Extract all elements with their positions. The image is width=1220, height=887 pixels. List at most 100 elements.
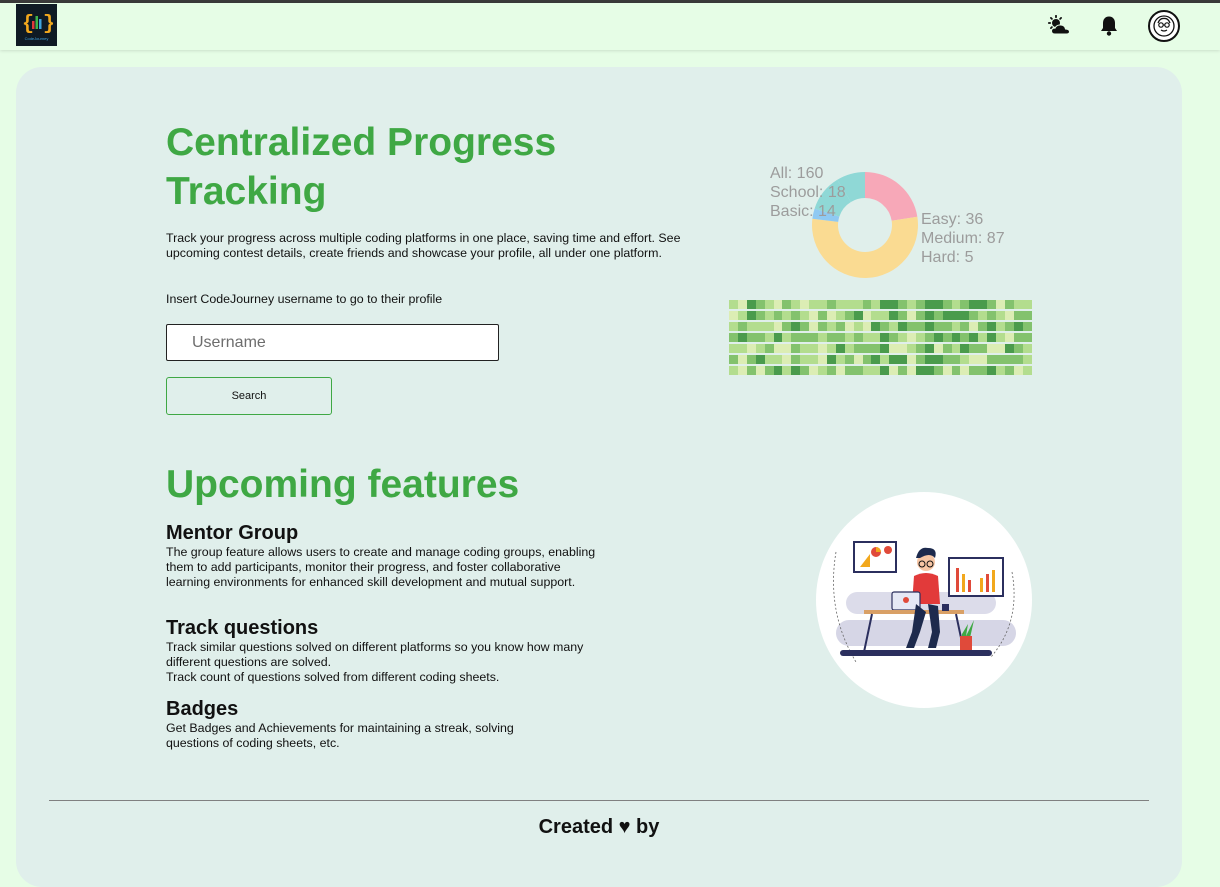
heatmap-cell — [729, 322, 738, 331]
app-logo[interactable]: { } CodeJourney — [16, 4, 57, 46]
heatmap-cell — [987, 366, 997, 375]
feature-title-badges: Badges — [166, 698, 239, 720]
heatmap-cell — [898, 322, 908, 331]
heatmap-cell — [987, 300, 997, 309]
heatmap-cell — [800, 355, 810, 364]
heatmap-cell — [818, 355, 827, 364]
heatmap-cell — [826, 355, 836, 364]
stat-all: All: 160 — [770, 165, 824, 182]
heatmap-cell — [1004, 366, 1014, 375]
heatmap-cell — [889, 366, 899, 375]
heatmap-cell — [800, 333, 810, 342]
heatmap-cell — [1013, 366, 1023, 375]
heatmap-cell — [818, 333, 827, 342]
heatmap-cell — [871, 311, 881, 320]
heatmap-cell — [889, 311, 899, 320]
heatmap-cell — [996, 300, 1005, 309]
heatmap-cell — [764, 322, 774, 331]
heatmap-cell — [915, 311, 925, 320]
heatmap-cell — [1004, 311, 1014, 320]
heatmap-cell — [853, 355, 863, 364]
heatmap-cell — [969, 333, 979, 342]
heatmap-cell — [1022, 333, 1032, 342]
heatmap-cell — [791, 322, 801, 331]
footer-credit: Created ♥ by — [538, 816, 660, 838]
insert-username-label: Insert CodeJourney username to go to the… — [166, 292, 443, 306]
heatmap-cell — [942, 355, 952, 364]
heatmap-cell — [853, 311, 863, 320]
logo-text: CodeJourney — [24, 36, 49, 41]
heatmap-cell — [933, 355, 943, 364]
heatmap-cell — [969, 344, 979, 353]
heatmap-cell — [880, 344, 890, 353]
heatmap-cell — [898, 366, 908, 375]
heatmap-cell — [996, 311, 1005, 320]
heatmap-cell — [737, 300, 747, 309]
bell-icon[interactable] — [1096, 13, 1122, 39]
heatmap-cell — [969, 322, 979, 331]
heatmap-cell — [907, 333, 916, 342]
heatmap-cell — [942, 300, 952, 309]
heatmap-cell — [987, 333, 997, 342]
heatmap-cell — [915, 333, 925, 342]
heatmap-cell — [729, 333, 738, 342]
heatmap-cell — [844, 344, 854, 353]
heatmap-cell — [933, 300, 943, 309]
developer-illustration — [816, 492, 1032, 708]
heatmap-cell — [969, 300, 979, 309]
heatmap-cell — [871, 344, 881, 353]
heatmap-cell — [809, 344, 819, 353]
heatmap-cell — [1022, 355, 1032, 364]
heatmap-cell — [764, 333, 774, 342]
heatmap-cell — [898, 311, 908, 320]
heatmap-cell — [809, 322, 819, 331]
username-input[interactable] — [166, 324, 499, 361]
heatmap-cell — [978, 355, 988, 364]
heatmap-cell — [960, 355, 970, 364]
heatmap-cell — [960, 322, 970, 331]
heatmap-cell — [826, 322, 836, 331]
heatmap-cell — [782, 300, 792, 309]
heatmap-cell — [729, 300, 738, 309]
heatmap-cell — [746, 322, 756, 331]
heatmap-cell — [898, 300, 908, 309]
heatmap-cell — [924, 322, 934, 331]
heatmap-cell — [844, 355, 854, 364]
heatmap-cell — [844, 322, 854, 331]
heatmap-cell — [862, 311, 872, 320]
heatmap-cell — [755, 300, 765, 309]
heatmap-cell — [907, 311, 916, 320]
heatmap-cell — [951, 355, 961, 364]
heatmap-cell — [782, 355, 792, 364]
heatmap-cell — [782, 322, 792, 331]
heatmap-cell — [889, 322, 899, 331]
search-button[interactable]: Search — [166, 377, 332, 415]
heatmap-cell — [791, 300, 801, 309]
heatmap-cell — [791, 311, 801, 320]
heatmap-cell — [969, 355, 979, 364]
heatmap-cell — [907, 366, 916, 375]
heatmap-cell — [880, 300, 890, 309]
heatmap-cell — [960, 311, 970, 320]
heatmap-cell — [880, 311, 890, 320]
theme-toggle-icon[interactable] — [1046, 13, 1072, 39]
heatmap-cell — [1004, 333, 1014, 342]
heatmap-cell — [987, 311, 997, 320]
activity-heatmap — [729, 300, 1032, 377]
heatmap-cell — [737, 311, 747, 320]
svg-text:}: } — [43, 13, 53, 35]
heatmap-cell — [818, 311, 827, 320]
heatmap-cell — [898, 333, 908, 342]
heatmap-cell — [880, 366, 890, 375]
heatmap-cell — [844, 311, 854, 320]
heatmap-cell — [880, 333, 890, 342]
heatmap-cell — [960, 333, 970, 342]
avatar-icon[interactable] — [1148, 10, 1180, 42]
heatmap-cell — [809, 311, 819, 320]
feature-desc-badges: Get Badges and Achievements for maintain… — [166, 721, 514, 750]
heatmap-cell — [1013, 355, 1023, 364]
heatmap-cell — [729, 344, 738, 353]
heatmap-cell — [773, 333, 783, 342]
heatmap-cell — [844, 300, 854, 309]
heatmap-cell — [853, 366, 863, 375]
